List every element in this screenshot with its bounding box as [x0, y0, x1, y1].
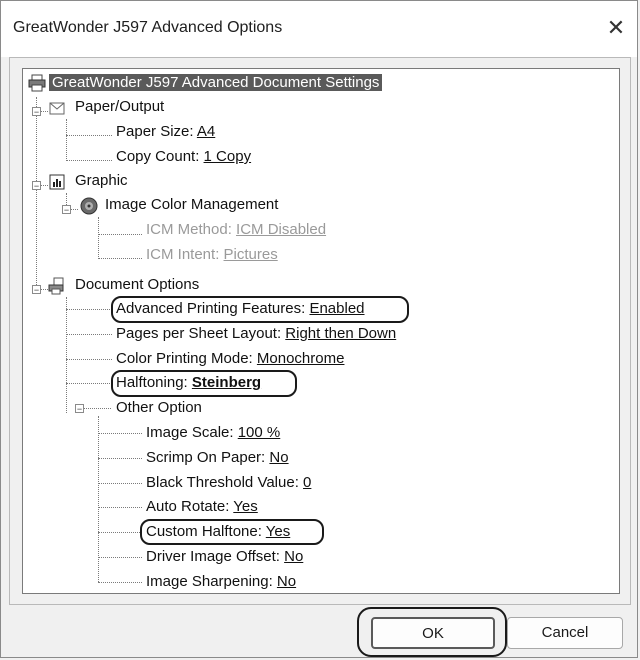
- options-group: − − − − − GreatWonder J597 Advanced Docu…: [9, 57, 631, 605]
- pages-per-sheet-label: Pages per Sheet Layout:: [116, 325, 286, 342]
- tree-item-copy-count[interactable]: Copy Count: 1 Copy: [116, 146, 251, 168]
- cancel-button[interactable]: Cancel: [507, 617, 623, 649]
- tree-root[interactable]: GreatWonder J597 Advanced Document Setti…: [49, 72, 383, 94]
- tree-line: [66, 334, 112, 335]
- auto-rotate-value[interactable]: Yes: [233, 498, 257, 515]
- tree-line: [98, 217, 99, 259]
- custom-halftone-value[interactable]: Yes: [266, 523, 290, 540]
- tree-item-icm-intent: ICM Intent: Pictures: [146, 244, 278, 266]
- tree-line: [66, 297, 67, 413]
- paper-size-value[interactable]: A4: [197, 123, 215, 140]
- printer-document-icon: [48, 277, 64, 295]
- black-threshold-label: Black Threshold Value:: [146, 474, 304, 491]
- tree-line: [98, 458, 142, 459]
- tree-item-icm-method: ICM Method: ICM Disabled: [146, 219, 326, 241]
- root-label: GreatWonder J597 Advanced Document Setti…: [49, 74, 383, 91]
- paper-envelope-icon: [49, 102, 65, 115]
- auto-rotate-label: Auto Rotate:: [146, 498, 234, 515]
- tree-item-paper-output[interactable]: Paper/Output: [75, 96, 164, 118]
- tree-line: [98, 258, 142, 259]
- ok-button[interactable]: OK: [371, 617, 495, 649]
- advanced-options-dialog: GreatWonder J597 Advanced Options ✕ − − …: [0, 0, 638, 658]
- window-title: GreatWonder J597 Advanced Options: [13, 19, 283, 36]
- tree-line: [66, 309, 112, 310]
- collapse-icon[interactable]: −: [32, 107, 41, 117]
- tree-line: [98, 483, 142, 484]
- black-threshold-value[interactable]: 0: [303, 474, 311, 491]
- image-scale-value[interactable]: 100 %: [238, 424, 281, 441]
- tree-item-color-mode[interactable]: Color Printing Mode: Monochrome: [116, 348, 344, 370]
- tree-item-sharpening[interactable]: Image Sharpening: No: [146, 571, 296, 593]
- tree-item-graphic[interactable]: Graphic: [75, 170, 128, 192]
- tree-line: [98, 557, 142, 558]
- tree-item-other-option[interactable]: Other Option: [116, 397, 202, 419]
- advanced-printing-label: Advanced Printing Features:: [116, 300, 310, 317]
- copy-count-label: Copy Count:: [116, 148, 204, 165]
- paper-size-label: Paper Size:: [116, 123, 197, 140]
- tree-line: [66, 135, 112, 136]
- tree-line: [66, 359, 112, 360]
- collapse-icon[interactable]: −: [32, 285, 41, 295]
- color-wheel-icon: [80, 197, 98, 215]
- settings-tree[interactable]: − − − − − GreatWonder J597 Advanced Docu…: [22, 68, 620, 594]
- collapse-icon[interactable]: −: [75, 404, 84, 414]
- icm-intent-label: ICM Intent:: [146, 246, 224, 263]
- tree-line: [98, 532, 142, 533]
- color-mode-label: Color Printing Mode:: [116, 350, 257, 367]
- tree-item-image-scale[interactable]: Image Scale: 100 %: [146, 422, 280, 444]
- tree-line: [66, 160, 112, 161]
- title-bar: GreatWonder J597 Advanced Options ✕: [1, 1, 637, 57]
- chart-icon: [49, 174, 65, 190]
- halftoning-label: Halftoning:: [116, 374, 192, 391]
- tree-line: [98, 234, 142, 235]
- tree-item-driver-offset[interactable]: Driver Image Offset: No: [146, 546, 303, 568]
- tree-item-black-threshold[interactable]: Black Threshold Value: 0: [146, 472, 311, 494]
- tree-line: [83, 408, 111, 409]
- color-mode-value[interactable]: Monochrome: [257, 350, 345, 367]
- halftoning-value[interactable]: Steinberg: [192, 374, 261, 391]
- image-scale-label: Image Scale:: [146, 424, 238, 441]
- icm-intent-value: Pictures: [223, 246, 278, 263]
- pages-per-sheet-value[interactable]: Right then Down: [285, 325, 396, 342]
- tree-line: [36, 97, 37, 293]
- tree-line: [98, 507, 142, 508]
- tree-item-document-options[interactable]: Document Options: [75, 274, 199, 296]
- sharpening-value[interactable]: No: [277, 573, 296, 590]
- tree-line: [98, 433, 142, 434]
- printer-icon: [28, 74, 46, 92]
- icm-method-label: ICM Method:: [146, 221, 237, 238]
- scrimp-label: Scrimp On Paper:: [146, 449, 270, 466]
- tree-item-auto-rotate[interactable]: Auto Rotate: Yes: [146, 496, 258, 518]
- tree-line: [66, 383, 112, 384]
- tree-item-advanced-printing[interactable]: Advanced Printing Features: Enabled: [116, 298, 365, 320]
- scrimp-value[interactable]: No: [269, 449, 288, 466]
- tree-item-pages-per-sheet[interactable]: Pages per Sheet Layout: Right then Down: [116, 323, 396, 345]
- custom-halftone-label: Custom Halftone:: [146, 523, 266, 540]
- tree-item-custom-halftone[interactable]: Custom Halftone: Yes: [146, 521, 290, 543]
- tree-item-icm[interactable]: Image Color Management: [105, 194, 278, 216]
- tree-line: [66, 119, 67, 161]
- tree-item-scrimp[interactable]: Scrimp On Paper: No: [146, 447, 289, 469]
- tree-item-halftoning[interactable]: Halftoning: Steinberg: [116, 372, 261, 394]
- close-icon[interactable]: ✕: [601, 13, 631, 43]
- sharpening-label: Image Sharpening:: [146, 573, 277, 590]
- collapse-icon[interactable]: −: [32, 181, 41, 191]
- copy-count-value[interactable]: 1 Copy: [204, 148, 252, 165]
- advanced-printing-value[interactable]: Enabled: [309, 300, 364, 317]
- driver-offset-label: Driver Image Offset:: [146, 548, 285, 565]
- tree-line: [98, 582, 142, 583]
- driver-offset-value[interactable]: No: [284, 548, 303, 565]
- icm-method-value: ICM Disabled: [236, 221, 327, 238]
- collapse-icon[interactable]: −: [62, 205, 71, 215]
- tree-item-paper-size[interactable]: Paper Size: A4: [116, 121, 215, 143]
